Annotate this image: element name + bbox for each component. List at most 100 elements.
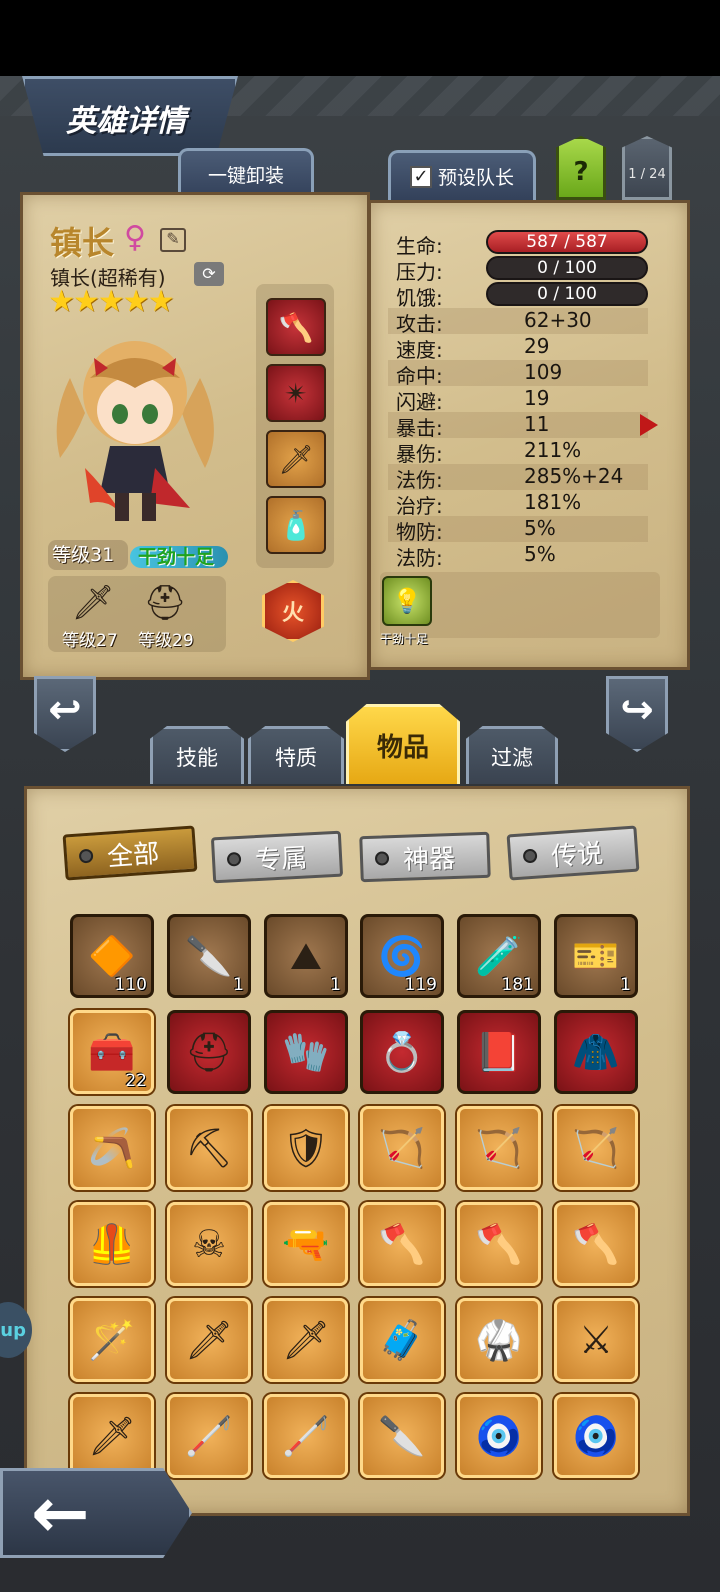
inventory-item[interactable]: 🔫	[264, 1202, 348, 1286]
helmet-icon[interactable]: ⛑	[140, 578, 190, 628]
inventory-item[interactable]: 🔪	[360, 1394, 444, 1478]
hero-portrait[interactable]	[30, 318, 240, 528]
inventory-item[interactable]: ⛰ 1	[264, 914, 348, 998]
inventory-item[interactable]: 💍	[360, 1010, 444, 1094]
filter-label: 神器	[402, 843, 456, 876]
item-icon: 🔪	[378, 1413, 426, 1458]
radio-dot-icon	[78, 848, 94, 864]
female-icon: ♀	[124, 220, 146, 255]
stat-row-magic-damage: 法伤: 285%+24	[388, 464, 648, 492]
trait-energetic-icon[interactable]: 💡	[382, 576, 432, 626]
tab-items[interactable]: 物品	[346, 704, 460, 784]
filter-legendary[interactable]: 传说	[506, 825, 640, 881]
filter-exclusive[interactable]: 专属	[210, 830, 344, 884]
stat-label: 法伤:	[396, 468, 443, 492]
hero-page-indicator[interactable]: 1 / 24	[622, 136, 672, 200]
inventory-item[interactable]: 🥋	[457, 1298, 541, 1382]
stat-value: 181%	[524, 490, 582, 514]
inventory-item[interactable]: ⚔	[554, 1298, 638, 1382]
item-icon: 🛡	[281, 1125, 331, 1170]
hp-bar: 587 / 587	[486, 230, 648, 254]
preset-leader-toggle[interactable]: ✓ 预设队长	[388, 150, 536, 200]
inventory-item[interactable]: 🗡	[70, 1394, 154, 1478]
stat-label: 压力:	[396, 260, 443, 284]
stat-value: 29	[524, 334, 550, 358]
item-icon: 🦯	[282, 1413, 330, 1458]
inventory-item[interactable]: 🧪 181	[457, 914, 541, 998]
inventory-item[interactable]: 🧥	[554, 1010, 638, 1094]
inventory-item[interactable]: 🪓	[360, 1202, 444, 1286]
radio-dot-icon	[374, 851, 390, 866]
filter-artifact[interactable]: 神器	[359, 831, 491, 883]
inventory-item[interactable]: ☠	[167, 1202, 251, 1286]
item-count: 1	[620, 975, 631, 995]
item-count: 1	[330, 975, 341, 995]
tab-skills[interactable]: 技能	[150, 726, 244, 784]
stat-value: 62+30	[524, 308, 592, 332]
item-icon: ⛑	[184, 1029, 234, 1074]
tab-traits[interactable]: 特质	[248, 726, 344, 784]
item-count: 1	[233, 975, 244, 995]
inventory-item[interactable]: ⛏	[167, 1106, 251, 1190]
item-icon: 🧥	[572, 1029, 620, 1074]
stat-label: 攻击:	[396, 312, 443, 336]
inventory-item[interactable]: 🧿	[554, 1394, 638, 1478]
inventory-item[interactable]: 🏹	[457, 1106, 541, 1190]
stat-row-speed: 速度: 29	[388, 334, 648, 362]
stat-value: 5%	[524, 516, 556, 540]
inventory-item[interactable]: 🎫 1	[554, 914, 638, 998]
inventory-item[interactable]: ⛑	[167, 1010, 251, 1094]
equip-slot-shuriken-icon[interactable]: ✴	[266, 364, 326, 422]
item-icon: 🧿	[572, 1413, 620, 1458]
inventory-item[interactable]: 🪄	[70, 1298, 154, 1382]
item-icon: ☠	[191, 1222, 227, 1266]
inventory-item[interactable]: 🪃	[70, 1106, 154, 1190]
tab-filter[interactable]: 过滤	[466, 726, 558, 784]
page-title: 英雄详情	[66, 104, 186, 139]
inventory-item[interactable]: 🦯	[264, 1394, 348, 1478]
checkbox-icon[interactable]: ✓	[409, 165, 432, 188]
inventory-item[interactable]: 🛡	[264, 1106, 348, 1190]
edit-name-icon[interactable]: ✎	[160, 228, 186, 252]
inventory-item[interactable]: 🦺	[70, 1202, 154, 1286]
back-arrow-icon[interactable]: ←	[0, 1468, 192, 1558]
weapon-level: 等级27	[62, 631, 118, 651]
inventory-item[interactable]: 🧤	[264, 1010, 348, 1094]
stat-value: 211%	[524, 438, 582, 462]
filter-all[interactable]: 全部	[62, 825, 198, 881]
stat-label: 物防:	[396, 520, 443, 544]
equip-slot-sword-icon[interactable]: 🗡	[266, 430, 326, 488]
inventory-item[interactable]: 🌀 119	[360, 914, 444, 998]
inventory-item[interactable]: 🪓	[554, 1202, 638, 1286]
inventory-item[interactable]: 🧳	[360, 1298, 444, 1382]
inventory-item[interactable]: 🪓	[457, 1202, 541, 1286]
inventory-item[interactable]: 🏹	[360, 1106, 444, 1190]
inventory-item[interactable]: 📕	[457, 1010, 541, 1094]
inventory-item[interactable]: 🔪 1	[167, 914, 251, 998]
swap-class-icon[interactable]: ⟳	[194, 262, 224, 286]
inventory-item[interactable]: 🧿	[457, 1394, 541, 1478]
stat-label: 生命:	[396, 234, 443, 258]
item-icon: 🧿	[475, 1413, 523, 1458]
sword-icon[interactable]: 🗡	[68, 578, 118, 628]
inventory-item[interactable]: 🔶 110	[70, 914, 154, 998]
inventory-item[interactable]: 🗡	[264, 1298, 348, 1382]
equip-slot-axe-icon[interactable]: 🪓	[266, 298, 326, 356]
filter-label: 传说	[550, 838, 605, 872]
trait-name: 干劲十足	[380, 632, 429, 646]
stat-row-accuracy: 命中: 109	[388, 360, 648, 388]
stat-value: 109	[524, 360, 563, 384]
unequip-all-button[interactable]: 一键卸装	[178, 148, 314, 198]
inventory-item[interactable]: 🦯	[167, 1394, 251, 1478]
stress-bar: 0 / 100	[486, 256, 648, 280]
preset-leader-label: 预设队长	[437, 167, 514, 189]
stat-label: 暴击:	[396, 416, 443, 440]
equip-slot-potion-icon[interactable]: 🧴	[266, 496, 326, 554]
item-icon: 🪄	[88, 1317, 136, 1362]
inventory-item[interactable]: 🏹	[554, 1106, 638, 1190]
help-button[interactable]: ?	[556, 136, 606, 200]
inventory-item[interactable]: 🧰 22	[70, 1010, 154, 1094]
stat-value: 11	[524, 412, 550, 436]
next-stats-arrow-icon[interactable]	[640, 414, 658, 436]
inventory-item[interactable]: 🗡	[167, 1298, 251, 1382]
